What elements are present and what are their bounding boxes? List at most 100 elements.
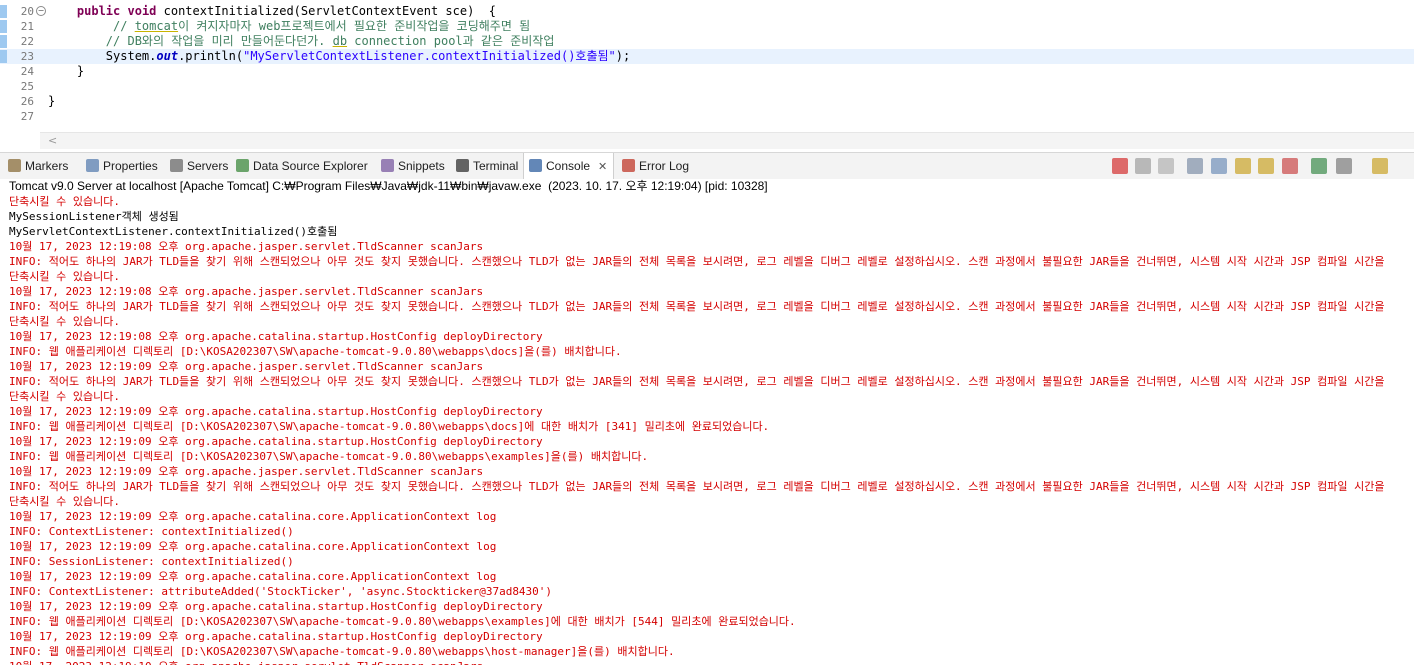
code-line[interactable]: 26} [0,94,1414,109]
console-line: MySessionListener객체 생성됨 [9,210,179,223]
code-editor[interactable]: 20− public void contextInitialized(Servl… [0,0,1414,152]
line-number: 23 [20,50,34,63]
code-line[interactable]: 21 // tomcat이 켜지자마자 web프로젝트에서 필요한 준비작업을 … [0,19,1414,34]
code-token: System. [48,49,157,63]
code-token: tomcat [134,19,179,33]
code-token: void [127,4,157,18]
console-line: INFO: ContextListener: contextInitialize… [9,525,294,538]
line-number: 26 [20,95,34,108]
console-line: 단축시킬 수 있습니다. [9,390,120,403]
code-token: contextInitialized(ServletContextEvent s… [156,4,496,18]
remove-launch-icon[interactable] [1135,158,1151,174]
line-number: 22 [20,35,34,48]
console-line: 10월 17, 2023 12:19:09 오후 org.apache.cata… [9,570,497,583]
code-token: } [48,94,56,108]
line-number: 25 [20,80,34,93]
data-source-explorer-icon [236,159,249,172]
error-log-icon [622,159,635,172]
console-line: 10월 17, 2023 12:19:10 오후 org.apache.jasp… [9,659,483,665]
tab-label: Properties [103,159,158,173]
tab-markers[interactable]: Markers [8,153,68,180]
code-text: } [48,64,84,79]
tab-label: Console [546,159,591,173]
code-token: // [48,19,135,33]
console-line: 단축시킬 수 있습니다. [9,270,120,283]
display-selected-console-icon[interactable] [1336,158,1352,174]
code-token: connection pool과 같은 준비작업 [347,34,555,48]
views-tab-bar: Markers Properties Servers Data Source Expl… [0,152,1414,181]
scroll-lock-icon[interactable] [1211,158,1227,174]
code-text: // tomcat이 켜지자마자 web프로젝트에서 필요한 준비작업을 코딩해… [48,19,530,34]
console-line: 10월 17, 2023 12:19:08 오후 org.apache.jasp… [9,285,484,298]
line-number: 21 [20,20,34,33]
line-number: 24 [20,65,34,78]
console-line: 10월 17, 2023 12:19:09 오후 org.apache.cata… [9,405,543,418]
code-line[interactable]: 23 System.out.println("MyServletContextL… [0,49,1414,64]
tab-snippets[interactable]: Snippets [381,153,445,180]
line-number: 20 [20,5,34,18]
code-token: 이 켜지자마자 web프로젝트에서 필요한 준비작업을 코딩해주면 됨 [178,19,531,33]
word-wrap-icon[interactable] [1235,158,1251,174]
show-on-stderr-icon[interactable] [1282,158,1298,174]
code-token: } [48,64,85,78]
code-token: out [156,49,179,63]
console-line: INFO: 웹 애플리케이션 디렉토리 [D:\KOSA202307\SW\ap… [9,450,649,463]
tab-label: Snippets [398,159,445,173]
console-line: MyServletContextListener.contextInitiali… [9,225,338,238]
markers-icon [8,159,21,172]
console-line: 10월 17, 2023 12:19:09 오후 org.apache.jasp… [9,465,484,478]
tab-label: Data Source Explorer [253,159,368,173]
tab-terminal[interactable]: Terminal [456,153,518,180]
console-line: INFO: SessionListener: contextInitialize… [9,555,294,568]
tab-console[interactable]: Console ✕ [523,153,615,180]
close-icon[interactable]: ✕ [598,161,607,173]
console-line: 10월 17, 2023 12:19:09 오후 org.apache.cata… [9,600,543,613]
console-line: 10월 17, 2023 12:19:08 오후 org.apache.jasp… [9,240,484,253]
console-line: INFO: 적어도 하나의 JAR가 TLD들을 찾기 위해 스캔되었으나 아무… [9,375,1385,388]
editor-horizontal-scrollbar[interactable]: < [40,132,1414,149]
console-line: 단축시킬 수 있습니다. [9,495,120,508]
console-line: 10월 17, 2023 12:19:08 오후 org.apache.cata… [9,330,543,343]
console-line: INFO: 웹 애플리케이션 디렉토리 [D:\KOSA202307\SW\ap… [9,420,770,433]
scroll-left-arrow-icon[interactable]: < [48,134,57,147]
console-title: Tomcat v9.0 Server at localhost [Apache … [0,179,1414,194]
code-token: // DB와의 작업을 미리 만들어둔다던가. [48,34,333,48]
tab-properties[interactable]: Properties [86,153,158,180]
pin-console-icon[interactable] [1311,158,1327,174]
console-output[interactable]: 단축시킬 수 있습니다. MySessionListener객체 생성됨 MySer… [0,194,1414,665]
code-line[interactable]: 22 // DB와의 작업을 미리 만들어둔다던가. db connection… [0,34,1414,49]
code-token: public [76,4,121,18]
console-line: INFO: 적어도 하나의 JAR가 TLD들을 찾기 위해 스캔되었으나 아무… [9,480,1385,493]
console-line: INFO: 적어도 하나의 JAR가 TLD들을 찾기 위해 스캔되었으나 아무… [9,255,1385,268]
code-text: System.out.println("MyServletContextList… [48,49,630,64]
clear-console-icon[interactable] [1187,158,1203,174]
properties-icon [86,159,99,172]
tab-error-log[interactable]: Error Log [622,153,689,180]
servers-icon [170,159,183,172]
snippets-icon [381,159,394,172]
code-text: } [48,94,55,109]
remove-all-terminated-icon[interactable] [1158,158,1174,174]
open-console-icon[interactable] [1372,158,1388,174]
code-text: public void contextInitialized(ServletCo… [48,4,496,19]
code-token: .println( [178,49,244,63]
console-line: 10월 17, 2023 12:19:09 오후 org.apache.cata… [9,540,497,553]
console-line: INFO: 웹 애플리케이션 디렉토리 [D:\KOSA202307\SW\ap… [9,345,622,358]
tab-servers[interactable]: Servers [170,153,228,180]
code-line[interactable]: 24 } [0,64,1414,79]
console-icon [529,159,542,172]
code-line[interactable]: 27 [0,109,1414,124]
code-token: db [332,34,348,48]
tab-data-source-explorer[interactable]: Data Source Explorer [236,153,368,180]
code-line[interactable]: 25 [0,79,1414,94]
console-line: INFO: 적어도 하나의 JAR가 TLD들을 찾기 위해 스캔되었으나 아무… [9,300,1385,313]
code-line[interactable]: 20− public void contextInitialized(Servl… [0,4,1414,19]
console-line: INFO: ContextListener: attributeAdded('S… [9,585,553,598]
fold-toggle-icon[interactable]: − [36,6,46,16]
console-line: 10월 17, 2023 12:19:09 오후 org.apache.cata… [9,510,497,523]
terminate-icon[interactable] [1112,158,1128,174]
console-line: INFO: 웹 애플리케이션 디렉토리 [D:\KOSA202307\SW\ap… [9,645,675,658]
show-on-stdout-icon[interactable] [1258,158,1274,174]
